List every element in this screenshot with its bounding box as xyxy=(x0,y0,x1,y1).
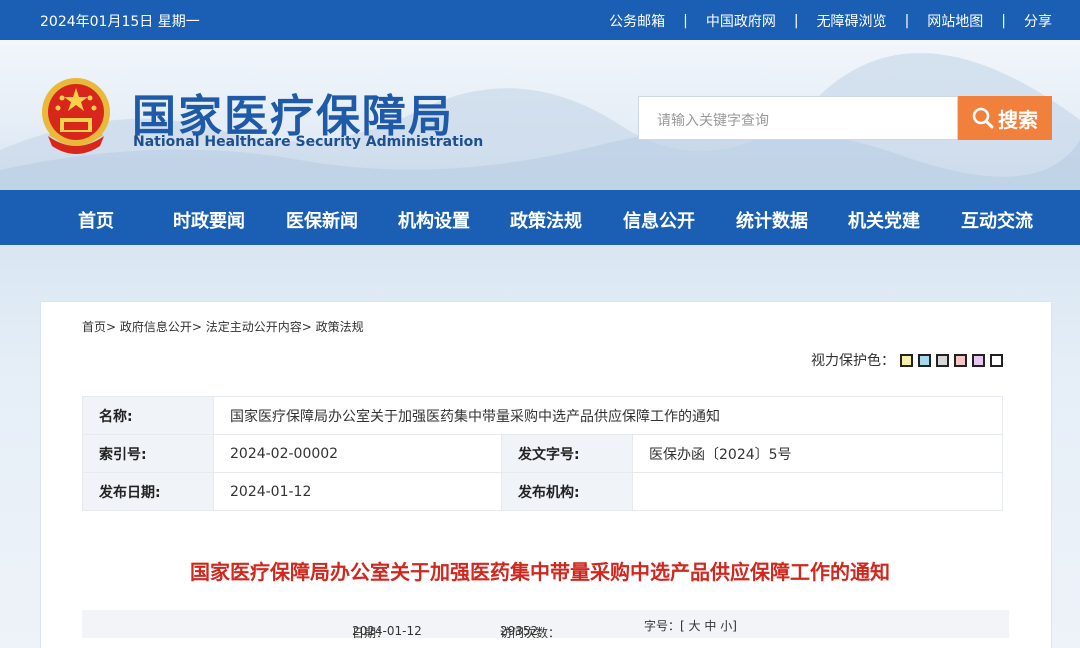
site-header: 国家医疗保障局 National Healthcare Security Adm… xyxy=(0,40,1080,190)
font-size-medium-button[interactable]: 中 xyxy=(704,619,716,633)
nav-home[interactable]: 首页 xyxy=(78,207,114,233)
breadcrumb-home[interactable]: 首页> xyxy=(82,320,116,334)
meta-docno-label: 发文字号: xyxy=(501,434,633,473)
meta-index-label: 索引号: xyxy=(82,434,214,473)
bracket-open: [ xyxy=(680,619,685,633)
font-size-control: 字号：[ 大 中 小] xyxy=(644,617,737,634)
sitemap-link[interactable]: 网站地图 xyxy=(927,11,983,31)
nav-party[interactable]: 机关党建 xyxy=(848,207,920,233)
meta-org-value xyxy=(632,472,1003,511)
date-value: 2024-01-12 xyxy=(352,624,422,638)
nav-healthcare-news[interactable]: 医保新闻 xyxy=(286,207,358,233)
nav-interaction[interactable]: 互动交流 xyxy=(961,207,1033,233)
article-title: 国家医疗保障局办公室关于加强医药集中带量采购中选产品供应保障工作的通知 xyxy=(190,560,890,584)
breadcrumb: 首页> 政府信息公开> 法定主动公开内容> 政策法规 xyxy=(82,318,364,335)
nav-news[interactable]: 时政要闻 xyxy=(173,207,245,233)
bracket-close: ] xyxy=(732,619,737,633)
meta-docno-value: 医保办函〔2024〕5号 xyxy=(632,434,1003,473)
meta-name-value: 国家医疗保障局办公室关于加强医药集中带量采购中选产品供应保障工作的通知 xyxy=(213,396,1003,435)
swatch-purple[interactable] xyxy=(972,353,985,367)
search-input[interactable]: 请输入关键字查询 xyxy=(638,96,958,140)
font-size-label: 字号： xyxy=(644,619,681,633)
document-meta-table: 名称: 国家医疗保障局办公室关于加强医药集中带量采购中选产品供应保障工作的通知 … xyxy=(82,396,1003,511)
current-date: 2024年01月15日 星期一 xyxy=(40,14,200,30)
nav-info-disclosure[interactable]: 信息公开 xyxy=(623,207,695,233)
swatch-white[interactable] xyxy=(990,353,1003,367)
table-row: 名称: 国家医疗保障局办公室关于加强医药集中带量采购中选产品供应保障工作的通知 xyxy=(82,396,1003,435)
top-links: 公务邮箱 | 中国政府网 | 无障碍浏览 | 网站地图 | 分享 xyxy=(609,11,1052,31)
article-info-bar: 日期： 2024-01-12 访问次数： 29352 字号：[ 大 中 小] xyxy=(82,610,1009,640)
breadcrumb-policy[interactable]: 政策法规 xyxy=(316,320,364,334)
swatch-yellow[interactable] xyxy=(900,353,913,367)
font-size-large-button[interactable]: 大 xyxy=(689,619,701,633)
swatch-blue[interactable] xyxy=(918,353,931,367)
main-nav: 首页 时政要闻 医保新闻 机构设置 政策法规 信息公开 统计数据 机关党建 互动… xyxy=(0,190,1080,245)
separator: | xyxy=(1001,13,1006,29)
site-logo-english[interactable]: National Healthcare Security Administrat… xyxy=(133,134,483,150)
china-gov-link[interactable]: 中国政府网 xyxy=(706,11,776,31)
meta-date-label: 发布日期: xyxy=(82,472,214,511)
separator: | xyxy=(683,13,688,29)
meta-name-label: 名称: xyxy=(82,396,214,435)
separator: | xyxy=(793,13,799,29)
table-row: 发布日期: 2024-01-12 发布机构: xyxy=(82,472,1003,511)
separator: | xyxy=(904,13,910,29)
table-row: 索引号: 2024-02-00002 发文字号: 医保办函〔2024〕5号 xyxy=(82,434,1003,473)
meta-org-label: 发布机构: xyxy=(501,472,633,511)
nav-policy[interactable]: 政策法规 xyxy=(510,207,582,233)
search-button-label: 搜索 xyxy=(998,107,1038,132)
gov-mail-link[interactable]: 公务邮箱 xyxy=(609,11,665,31)
font-size-small-button[interactable]: 小 xyxy=(720,619,732,633)
breadcrumb-disclosure[interactable]: 法定主动公开内容> xyxy=(206,320,312,334)
share-link[interactable]: 分享 xyxy=(1024,11,1052,31)
eye-care-label: 视力保护色： xyxy=(811,353,895,369)
eye-care-colors: 视力保护色： xyxy=(811,350,1003,370)
nav-statistics[interactable]: 统计数据 xyxy=(736,207,808,233)
swatch-pink[interactable] xyxy=(954,353,967,367)
top-bar: 2024年01月15日 星期一 公务邮箱 | 中国政府网 | 无障碍浏览 | 网… xyxy=(0,0,1080,40)
accessibility-link[interactable]: 无障碍浏览 xyxy=(817,11,887,31)
search-button[interactable]: 搜索 xyxy=(958,96,1052,140)
search-icon xyxy=(972,107,994,129)
nav-organization[interactable]: 机构设置 xyxy=(398,207,470,233)
national-emblem-icon[interactable] xyxy=(40,76,112,156)
meta-index-value: 2024-02-00002 xyxy=(213,434,502,473)
breadcrumb-gov-info[interactable]: 政府信息公开> xyxy=(120,320,202,334)
meta-date-value: 2024-01-12 xyxy=(213,472,502,511)
visits-value: 29352 xyxy=(500,624,539,638)
swatch-gray[interactable] xyxy=(936,353,949,367)
